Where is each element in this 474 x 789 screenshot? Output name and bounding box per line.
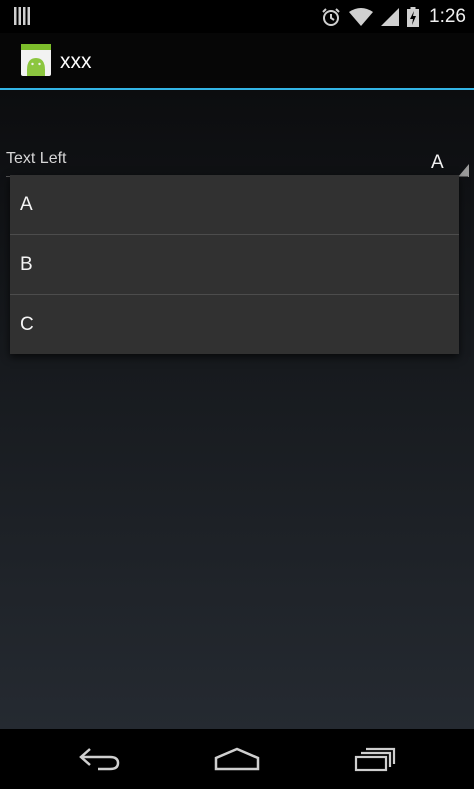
home-icon [214,747,260,771]
app-title: xxx [60,50,92,73]
spinner-dropdown: A B C [10,175,459,354]
status-icons: 1:26 [313,0,466,33]
dropdown-item-a[interactable]: A [10,175,459,234]
home-button[interactable] [177,729,297,789]
text-left-label: Text Left [6,150,67,167]
navigation-bar [0,729,474,789]
dropdown-item-c[interactable]: C [10,295,459,354]
battery-charging-icon [407,6,420,27]
recent-apps-button[interactable] [316,729,436,789]
status-bar: 1:26 [0,0,474,33]
android-app-icon[interactable] [21,44,51,76]
status-time: 1:26 [429,5,466,27]
cell-signal-icon [381,7,400,26]
recent-apps-icon [354,747,396,772]
dropdown-item-b[interactable]: B [10,235,459,294]
wifi-icon [349,7,374,26]
spinner-selected-value[interactable]: A [431,152,444,174]
back-icon [79,748,120,771]
signal-bars-icon [14,7,30,25]
back-button[interactable] [40,729,160,789]
alarm-icon [322,7,340,26]
